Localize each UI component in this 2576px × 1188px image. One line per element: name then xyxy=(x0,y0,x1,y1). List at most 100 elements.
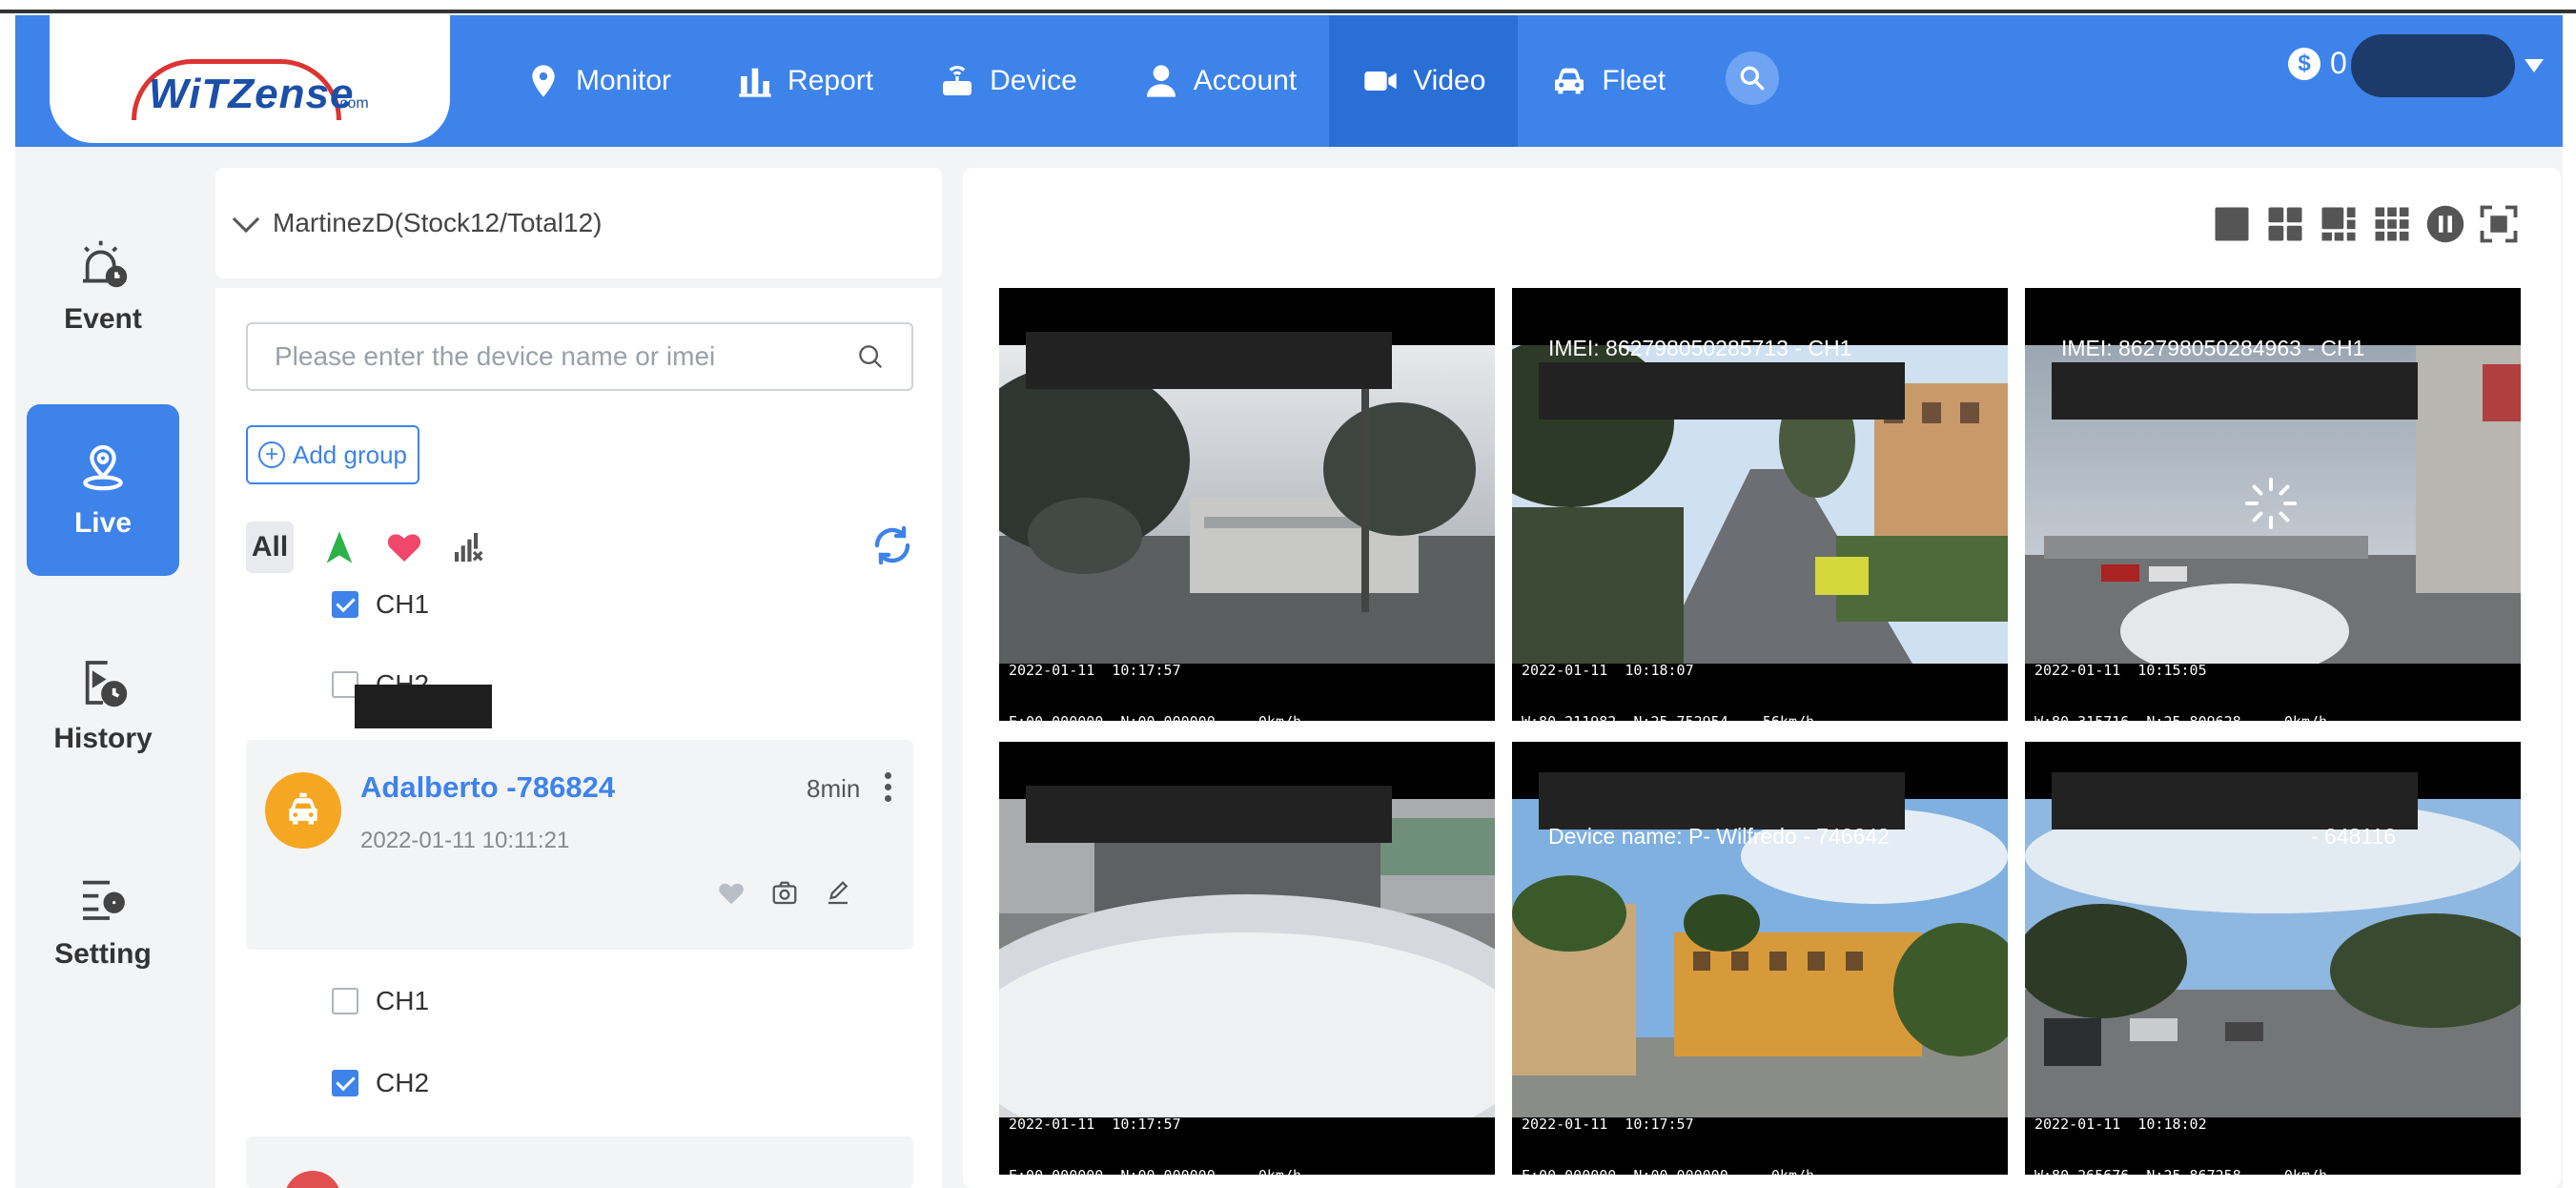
refresh-icon[interactable] xyxy=(869,522,915,568)
signal-off-icon[interactable] xyxy=(450,528,488,566)
heart-icon[interactable] xyxy=(385,528,423,566)
chevron-down-icon[interactable] xyxy=(2525,59,2544,72)
osd-coordinates: W:80-211982 N:25-752954 56km/h xyxy=(1522,713,1998,721)
video-tile-label: IMEI: 862798050285713 - CH1 xyxy=(1548,336,1852,360)
video-osd: 2022-01-11 10:18:07 W:80-211982 N:25-752… xyxy=(1522,627,1998,721)
taxi-icon xyxy=(289,792,317,825)
device-timestamp: 2022-01-11 10:11:21 xyxy=(360,828,570,853)
channel-label: CH1 xyxy=(376,589,430,619)
grid-3x3-icon[interactable] xyxy=(2372,204,2412,244)
location-pin-icon xyxy=(532,65,555,97)
search-placeholder: Please enter the device name or imei xyxy=(275,341,716,371)
live-location-icon xyxy=(83,444,123,491)
heart-icon[interactable] xyxy=(717,879,746,908)
channel-checkbox[interactable] xyxy=(332,591,358,618)
nav-report[interactable]: Report xyxy=(704,15,906,147)
window-top-border xyxy=(0,0,2576,13)
video-tile-4[interactable]: 2022-01-11 10:17:57 E:00-000000 N:00-000… xyxy=(999,742,1495,1175)
device-elapsed: 8min xyxy=(807,774,861,803)
alarm-icon xyxy=(83,240,128,288)
single-view-icon[interactable] xyxy=(2212,204,2252,244)
channel-row[interactable]: CH1 xyxy=(332,982,429,1020)
nav-fleet-label: Fleet xyxy=(1602,65,1666,96)
edit-icon[interactable] xyxy=(824,879,852,908)
loading-spinner-icon xyxy=(2245,478,2297,529)
device-card[interactable] xyxy=(246,1137,913,1188)
device-card[interactable]: Adalberto -786824 8min 2022-01-11 10:11:… xyxy=(246,740,913,950)
video-tile-3[interactable]: IMEI: 862798050284963 - CH1 2022-01-11 1… xyxy=(2025,288,2521,721)
add-group-button[interactable]: + Add group xyxy=(246,425,419,484)
video-tile-label: Device name: P- Wilfredo - 746642 xyxy=(1548,824,1890,849)
nav-monitor[interactable]: Monitor xyxy=(492,15,704,147)
video-osd: 2022-01-11 10:18:02 W:80-265676 N:25-867… xyxy=(2034,1081,2511,1175)
group-header[interactable]: MartinezD(Stock12/Total12) xyxy=(215,168,942,278)
sidebar-item-history[interactable]: History xyxy=(27,620,179,791)
osd-timestamp: 2022-01-11 10:18:07 xyxy=(1522,662,1694,679)
nav-fleet[interactable]: Fleet xyxy=(1518,15,1698,147)
channel-checkbox[interactable] xyxy=(332,1070,358,1096)
video-frame xyxy=(2025,799,2521,1117)
video-tile-5[interactable]: Device name: P- Wilfredo - 746642 2022-0… xyxy=(1512,742,2008,1175)
moving-arrow-icon[interactable] xyxy=(320,528,358,566)
video-tile-1[interactable]: 2022-01-11 10:17:57 E:00-000000 N:00-000… xyxy=(999,288,1495,721)
camera-icon[interactable] xyxy=(770,879,799,908)
osd-coordinates: E:00-000000 N:00-000000 0km/h xyxy=(1009,1167,1485,1175)
osd-timestamp: 2022-01-11 10:17:57 xyxy=(1009,1116,1181,1133)
balance-display[interactable]: $ 0 xyxy=(2288,46,2347,81)
video-osd: 2022-01-11 10:17:57 E:00-000000 N:00-000… xyxy=(1009,1081,1485,1175)
logo-text: WiTZense xyxy=(149,71,355,117)
redaction-box xyxy=(2052,362,2418,420)
video-frame xyxy=(999,799,1495,1117)
fullscreen-icon[interactable] xyxy=(2479,204,2519,244)
device-search-input[interactable]: Please enter the device name or imei xyxy=(246,322,913,391)
router-icon xyxy=(943,65,972,95)
sidebar-item-live[interactable]: Live xyxy=(27,404,179,576)
channel-row[interactable]: CH2 xyxy=(332,1064,429,1102)
redaction-box xyxy=(1539,772,1905,830)
logo-container[interactable]: WiTZense .com xyxy=(50,15,450,143)
filter-all-button[interactable]: All xyxy=(246,522,294,573)
osd-timestamp: 2022-01-11 10:17:57 xyxy=(1009,662,1181,679)
bar-chart-icon xyxy=(739,68,771,97)
nav-video[interactable]: Video xyxy=(1329,15,1519,147)
redaction-box xyxy=(1026,786,1392,843)
chevron-down-icon[interactable] xyxy=(232,205,260,234)
osd-timestamp: 2022-01-11 10:17:57 xyxy=(1522,1116,1694,1133)
sidebar-item-live-label: Live xyxy=(73,507,133,539)
sidebar-item-history-label: History xyxy=(53,723,153,754)
nav-account[interactable]: Account xyxy=(1110,15,1329,147)
channel-row[interactable]: CH1 xyxy=(332,585,429,624)
layout-toolbar xyxy=(2212,204,2519,244)
video-tile-2[interactable]: IMEI: 862798050285713 - CH1 2022-01-11 1… xyxy=(1512,288,2008,721)
osd-timestamp: 2022-01-11 10:18:02 xyxy=(2034,1116,2207,1133)
video-tile-6[interactable]: - 648116 2022-01-11 10:18:02 W:80-265676… xyxy=(2025,742,2521,1175)
top-navbar: WiTZense .com Monitor Report Device Acco… xyxy=(15,15,2563,147)
osd-timestamp: 2022-01-11 10:15:05 xyxy=(2034,662,2207,679)
channel-label: CH2 xyxy=(376,1068,430,1097)
grid-1plus5-icon[interactable] xyxy=(2319,204,2359,244)
video-osd: 2022-01-11 10:17:57 E:00-000000 N:00-000… xyxy=(1522,1081,1998,1175)
more-vertical-icon[interactable] xyxy=(885,772,892,807)
nav-device-label: Device xyxy=(990,65,1077,96)
plus-icon: + xyxy=(258,441,285,468)
add-group-label: Add group xyxy=(293,440,407,469)
user-menu-avatar[interactable] xyxy=(2351,34,2515,97)
sidebar-item-setting-label: Setting xyxy=(54,938,152,970)
osd-coordinates: E:00-000000 N:00-000000 0km/h xyxy=(1009,713,1485,721)
video-tile-label: IMEI: 862798050284963 - CH1 xyxy=(2061,336,2365,360)
pause-all-icon[interactable] xyxy=(2425,204,2465,244)
nav-account-label: Account xyxy=(1193,65,1298,96)
device-actions xyxy=(717,879,852,908)
grid-2x2-icon[interactable] xyxy=(2265,204,2305,244)
video-osd: 2022-01-11 10:17:57 E:00-000000 N:00-000… xyxy=(1009,627,1485,721)
left-sidebar: Event Live History Setting xyxy=(15,147,196,1188)
sidebar-item-setting[interactable]: Setting xyxy=(27,835,179,1007)
device-name[interactable]: Adalberto -786824 xyxy=(360,770,615,805)
search-icon xyxy=(859,345,883,369)
sidebar-item-event[interactable]: Event xyxy=(27,200,179,372)
osd-coordinates: W:80-315716 N:25-809628 0km/h xyxy=(2034,713,2511,721)
nav-device[interactable]: Device xyxy=(906,15,1110,147)
global-search-button[interactable] xyxy=(1726,51,1779,105)
osd-coordinates: W:80-265676 N:25-867258 0km/h xyxy=(2034,1167,2511,1175)
channel-checkbox[interactable] xyxy=(332,988,358,1014)
